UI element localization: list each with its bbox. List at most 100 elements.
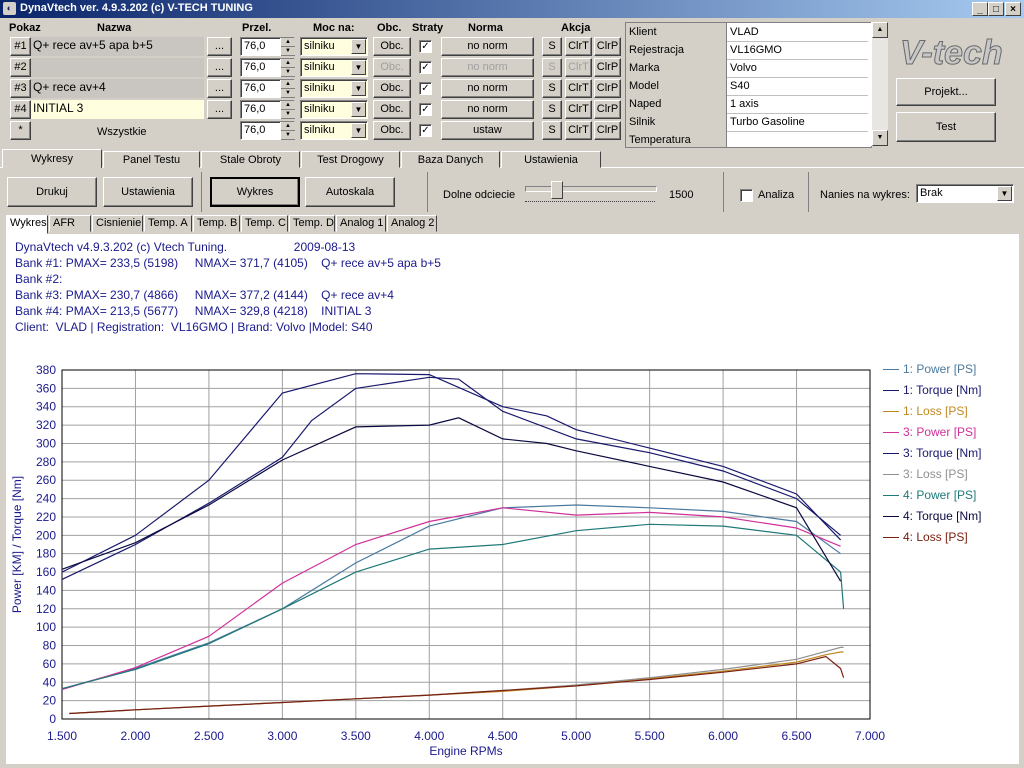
chevron-down-icon[interactable]: ▼ xyxy=(351,81,366,96)
subtab-temp-b[interactable]: Temp. B xyxy=(193,215,240,232)
info-value[interactable]: 1 axis xyxy=(730,95,868,113)
bank-2-name[interactable] xyxy=(31,58,204,77)
tab-baza-danych[interactable]: Baza Danych xyxy=(401,151,500,168)
bank-1-clear-torque-button[interactable]: ClrT xyxy=(565,37,592,56)
scroll-down-icon[interactable]: ▼ xyxy=(872,130,888,146)
tab-stale-obroty[interactable]: Stale Obroty xyxy=(201,151,300,168)
close-button[interactable]: × xyxy=(1005,2,1021,16)
info-row-temperature[interactable]: Temperatura xyxy=(626,131,868,147)
bank-4-losses-checkbox[interactable]: ✓ xyxy=(419,103,432,116)
chevron-down-icon[interactable]: ▼ xyxy=(997,186,1012,201)
bank-4-ratio-spinner[interactable]: ▲ ▼ xyxy=(280,101,295,119)
analysis-checkbox[interactable] xyxy=(740,189,753,202)
info-value[interactable]: S40 xyxy=(730,77,868,95)
all-power-select[interactable]: silniku ▼ xyxy=(300,121,368,140)
subtab-wykres[interactable]: Wykres xyxy=(6,215,48,234)
info-row-brand[interactable]: Marka Volvo xyxy=(626,59,868,78)
info-value[interactable]: VL16GMO xyxy=(730,41,868,59)
bank-1-load-button[interactable]: Obc. xyxy=(373,37,411,56)
bank-4-name[interactable]: INITIAL 3 xyxy=(31,100,204,119)
all-clear-power-button[interactable]: ClrP xyxy=(594,121,621,140)
all-load-button[interactable]: Obc. xyxy=(373,121,411,140)
bank-2-ratio-spinner[interactable]: ▲ ▼ xyxy=(280,59,295,77)
bank-3-load-button[interactable]: Obc. xyxy=(373,79,411,98)
dyno-chart[interactable]: 0 20 40 60 80 100 120 140 160 180 200 220 240 260 280 3… xyxy=(6,234,1019,764)
bank-4-browse-button[interactable]: ... xyxy=(207,100,232,119)
vehicle-info-grid[interactable]: Klient VLAD Rejestracja VL16GMO Marka Volvo… xyxy=(625,22,872,148)
bank-3-name[interactable]: Q+ rece av+4 xyxy=(31,79,204,98)
bank-4-toggle-button[interactable]: #4 xyxy=(10,100,31,119)
info-row-engine[interactable]: Silnik Turbo Gasoline xyxy=(626,113,868,132)
scroll-up-icon[interactable]: ▲ xyxy=(872,22,888,38)
chevron-down-icon[interactable]: ▼ xyxy=(351,123,366,138)
minimize-button[interactable]: _ xyxy=(972,2,988,16)
lower-cutoff-slider[interactable] xyxy=(525,181,657,204)
chevron-down-icon[interactable]: ▼ xyxy=(351,39,366,54)
bank-3-save-button[interactable]: S xyxy=(542,79,562,98)
print-button[interactable]: Drukuj xyxy=(7,177,97,207)
bank-1-ratio-spinner[interactable]: ▲ ▼ xyxy=(280,38,295,56)
all-ratio-spinner[interactable]: ▲ ▼ xyxy=(280,122,295,140)
bank-1-clear-power-button[interactable]: ClrP xyxy=(594,37,621,56)
subtab-temp-c[interactable]: Temp. C xyxy=(241,215,288,232)
chevron-down-icon[interactable]: ▼ xyxy=(351,102,366,117)
maximize-button[interactable]: □ xyxy=(988,2,1004,16)
all-banks-button[interactable]: * xyxy=(10,121,31,140)
bank-2-browse-button[interactable]: ... xyxy=(207,58,232,77)
all-losses-checkbox[interactable]: ✓ xyxy=(419,124,432,137)
autoscale-button[interactable]: Autoskala xyxy=(305,177,395,207)
bank-2-power-select[interactable]: silniku ▼ xyxy=(300,58,368,77)
subtab-afr[interactable]: AFR xyxy=(49,215,91,232)
all-clear-torque-button[interactable]: ClrT xyxy=(565,121,592,140)
bank-1-losses-checkbox[interactable]: ✓ xyxy=(419,40,432,53)
bank-4-clear-power-button[interactable]: ClrP xyxy=(594,100,621,119)
tab-test-drogowy[interactable]: Test Drogowy xyxy=(301,151,400,168)
subtab-analog-1[interactable]: Analog 1 xyxy=(336,215,386,232)
settings-button[interactable]: Ustawienia xyxy=(103,177,193,207)
bank-3-clear-power-button[interactable]: ClrP xyxy=(594,79,621,98)
subtab-analog-2[interactable]: Analog 2 xyxy=(387,215,437,232)
chart-button[interactable]: Wykres xyxy=(210,177,300,207)
bank-1-name[interactable]: Q+ rece av+5 apa b+5 xyxy=(31,37,204,56)
info-value[interactable]: VLAD xyxy=(730,23,868,41)
bank-3-ratio-spinner[interactable]: ▲ ▼ xyxy=(280,80,295,98)
bank-4-norm-button[interactable]: no norm xyxy=(441,100,534,119)
bank-3-norm-button[interactable]: no norm xyxy=(441,79,534,98)
bank-4-load-button[interactable]: Obc. xyxy=(373,100,411,119)
overlay-select[interactable]: Brak ▼ xyxy=(916,184,1014,203)
slider-thumb[interactable] xyxy=(551,181,563,199)
info-row-model[interactable]: Model S40 xyxy=(626,77,868,96)
bank-1-browse-button[interactable]: ... xyxy=(207,37,232,56)
chevron-down-icon[interactable]: ▼ xyxy=(351,60,366,75)
bank-2-losses-checkbox[interactable]: ✓ xyxy=(419,61,432,74)
info-row-client[interactable]: Klient VLAD xyxy=(626,23,868,42)
info-row-registration[interactable]: Rejestracja VL16GMO xyxy=(626,41,868,60)
info-value[interactable] xyxy=(730,131,868,147)
bank-2-toggle-button[interactable]: #2 xyxy=(10,58,31,77)
bank-2-norm-button[interactable]: no norm xyxy=(441,58,534,77)
all-norm-button[interactable]: ustaw xyxy=(441,121,534,140)
info-value[interactable]: Turbo Gasoline xyxy=(730,113,868,131)
bank-2-load-button[interactable]: Obc. xyxy=(373,58,411,77)
bank-1-save-button[interactable]: S xyxy=(542,37,562,56)
all-save-button[interactable]: S xyxy=(542,121,562,140)
bank-1-norm-button[interactable]: no norm xyxy=(441,37,534,56)
bank-4-clear-torque-button[interactable]: ClrT xyxy=(565,100,592,119)
test-button[interactable]: Test xyxy=(896,112,996,142)
bank-3-power-select[interactable]: silniku ▼ xyxy=(300,79,368,98)
subtab-cisnienie[interactable]: Cisnienie xyxy=(92,215,143,232)
bank-3-browse-button[interactable]: ... xyxy=(207,79,232,98)
bank-4-power-select[interactable]: silniku ▼ xyxy=(300,100,368,119)
info-row-drive[interactable]: Naped 1 axis xyxy=(626,95,868,114)
bank-2-clear-power-button[interactable]: ClrP xyxy=(594,58,621,77)
bank-1-power-select[interactable]: silniku ▼ xyxy=(300,37,368,56)
subtab-temp-a[interactable]: Temp. A xyxy=(144,215,192,232)
tab-wykresy[interactable]: Wykresy xyxy=(2,149,102,168)
bank-3-toggle-button[interactable]: #3 xyxy=(10,79,31,98)
bank-1-toggle-button[interactable]: #1 xyxy=(10,37,31,56)
bank-3-losses-checkbox[interactable]: ✓ xyxy=(419,82,432,95)
project-button[interactable]: Projekt... xyxy=(896,78,996,106)
subtab-temp-d[interactable]: Temp. D xyxy=(289,215,335,232)
tab-panel-testu[interactable]: Panel Testu xyxy=(103,151,200,168)
tab-ustawienia[interactable]: Ustawienia xyxy=(501,151,601,168)
